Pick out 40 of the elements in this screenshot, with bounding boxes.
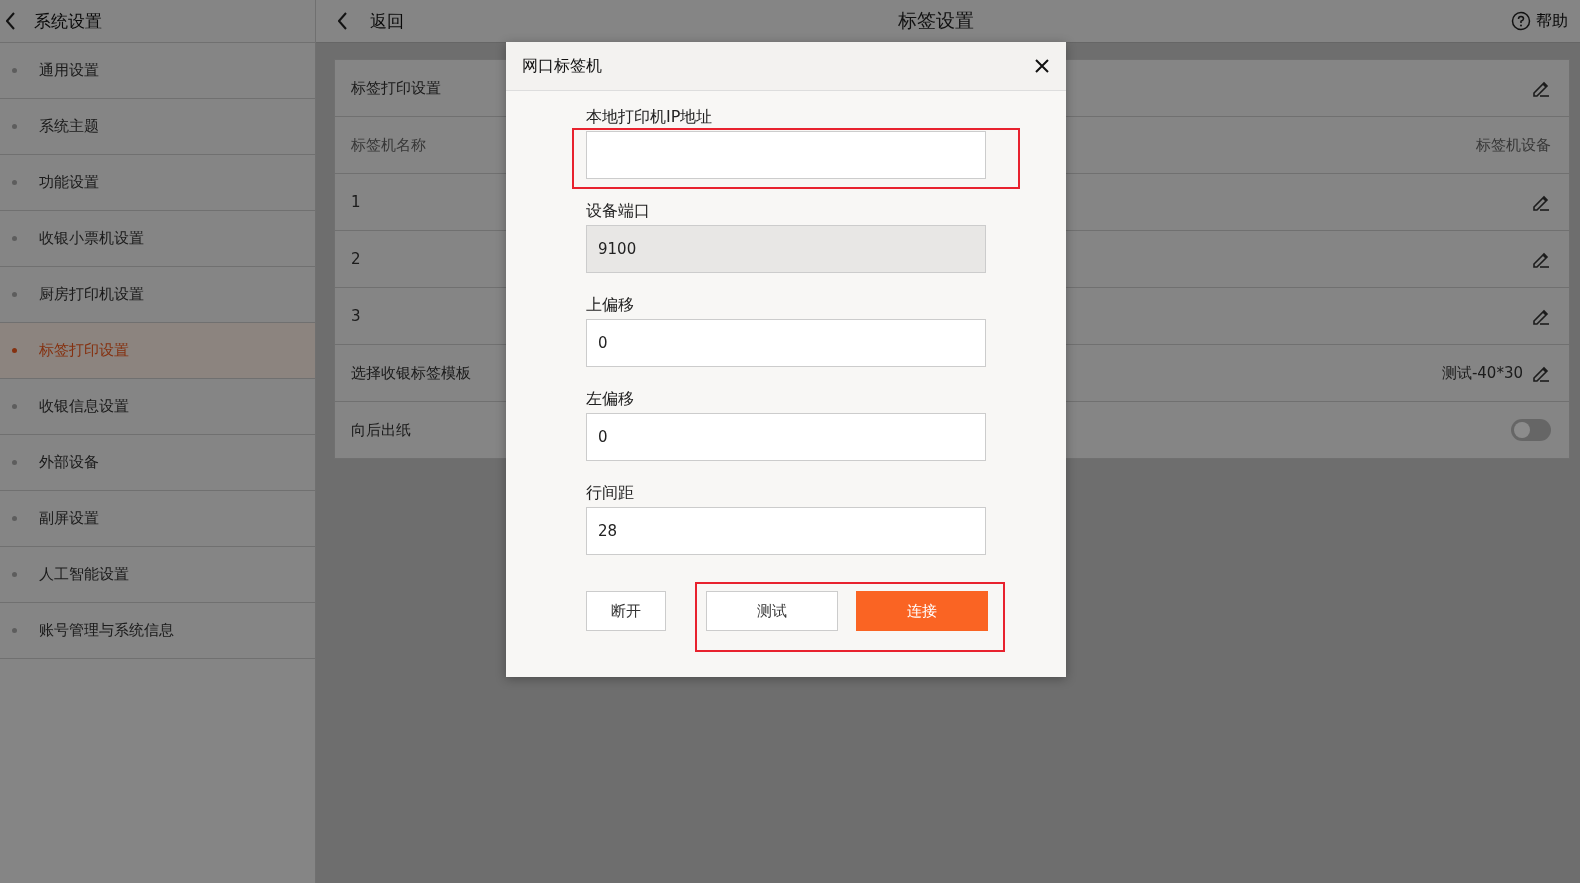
- toggle-switch[interactable]: [1511, 419, 1551, 441]
- sidebar-item[interactable]: 通用设置: [0, 43, 315, 99]
- input-field[interactable]: 28: [586, 507, 986, 555]
- page-title: 标签设置: [898, 8, 975, 33]
- input-field[interactable]: [586, 131, 986, 179]
- help-link[interactable]: 帮助: [1536, 10, 1568, 32]
- row-label: 选择收银标签模板: [351, 363, 471, 383]
- sidebar-item[interactable]: 账号管理与系统信息: [0, 603, 315, 659]
- column-header: 标签机设备: [1476, 135, 1551, 155]
- row-label: 3: [351, 307, 361, 325]
- row-label: 标签打印设置: [351, 78, 441, 98]
- dialog-title: 网口标签机: [522, 55, 602, 77]
- row-value: 测试-40*30: [1441, 363, 1523, 383]
- back-icon: [6, 12, 16, 30]
- dialog-button[interactable]: 测试: [706, 591, 838, 631]
- sidebar-item[interactable]: 系统主题: [0, 99, 315, 155]
- help-icon[interactable]: [1511, 11, 1531, 31]
- field-label: 上偏移: [586, 295, 635, 316]
- field-label: 行间距: [586, 483, 635, 504]
- back-icon: [338, 12, 348, 30]
- input-field[interactable]: 0: [586, 413, 986, 461]
- sidebar-item[interactable]: 功能设置: [0, 155, 315, 211]
- field-label: 设备端口: [586, 201, 651, 222]
- sidebar-item[interactable]: 副屏设置: [0, 491, 315, 547]
- row-label: 2: [351, 250, 361, 268]
- column-header: 标签机名称: [351, 135, 426, 155]
- sidebar-item[interactable]: 外部设备: [0, 435, 315, 491]
- close-icon[interactable]: [1034, 58, 1050, 74]
- row-label: 向后出纸: [351, 420, 411, 440]
- sidebar-item[interactable]: 收银信息设置: [0, 379, 315, 435]
- sidebar-item[interactable]: 收银小票机设置: [0, 211, 315, 267]
- sidebar-item[interactable]: 人工智能设置: [0, 547, 315, 603]
- back-link[interactable]: 返回: [370, 9, 404, 33]
- dialog-button[interactable]: 连接: [856, 591, 988, 631]
- sidebar-title: 系统设置: [34, 9, 102, 33]
- dialog-button[interactable]: 断开: [586, 591, 666, 631]
- row-label: 1: [351, 193, 361, 211]
- field-label: 本地打印机IP地址: [586, 107, 714, 128]
- field-label: 左偏移: [586, 389, 635, 410]
- input-field[interactable]: 0: [586, 319, 986, 367]
